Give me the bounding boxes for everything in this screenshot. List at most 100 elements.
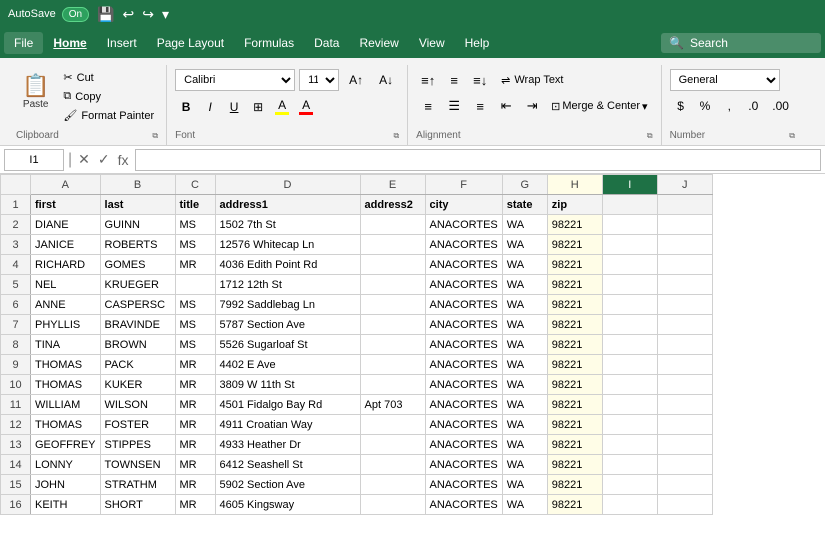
cell-10-2[interactable]: MR (175, 375, 215, 395)
cell-13-5[interactable]: ANACORTES (425, 435, 502, 455)
cell-4-9[interactable] (657, 255, 712, 275)
format-painter-button[interactable]: 🖌 Format Painter (59, 107, 158, 124)
cell-5-4[interactable] (360, 275, 425, 295)
cell-8-8[interactable] (602, 335, 657, 355)
cell-14-5[interactable]: ANACORTES (425, 455, 502, 475)
cell-4-8[interactable] (602, 255, 657, 275)
cell-11-4[interactable]: Apt 703 (360, 395, 425, 415)
col-header-E[interactable]: E (360, 175, 425, 195)
cell-8-4[interactable] (360, 335, 425, 355)
row-header-1[interactable]: 1 (1, 195, 31, 215)
cell-7-7[interactable]: 98221 (547, 315, 602, 335)
cell-11-1[interactable]: WILSON (100, 395, 175, 415)
cell-16-9[interactable] (657, 495, 712, 515)
insert-function-icon[interactable]: fx (116, 150, 131, 170)
cell-10-3[interactable]: 3809 W 11th St (215, 375, 360, 395)
cell-11-7[interactable]: 98221 (547, 395, 602, 415)
cell-11-9[interactable] (657, 395, 712, 415)
comma-btn[interactable]: , (718, 95, 740, 117)
increase-font-btn[interactable]: A↑ (343, 69, 369, 91)
redo-icon[interactable]: ↪ (142, 6, 154, 23)
fill-color-button[interactable]: A (271, 95, 293, 118)
cell-16-8[interactable] (602, 495, 657, 515)
menu-view[interactable]: View (409, 32, 455, 54)
cell-5-8[interactable] (602, 275, 657, 295)
center-align-btn[interactable]: ☰ (442, 95, 466, 117)
cell-3-1[interactable]: ROBERTS (100, 235, 175, 255)
cell-5-6[interactable]: WA (502, 275, 547, 295)
cell-14-8[interactable] (602, 455, 657, 475)
row-header-8[interactable]: 8 (1, 335, 31, 355)
cell-10-6[interactable]: WA (502, 375, 547, 395)
cell-2-8[interactable] (602, 215, 657, 235)
cell-10-4[interactable] (360, 375, 425, 395)
cell-5-3[interactable]: 1712 12th St (215, 275, 360, 295)
cell-3-5[interactable]: ANACORTES (425, 235, 502, 255)
cell-6-0[interactable]: ANNE (31, 295, 101, 315)
cell-6-6[interactable]: WA (502, 295, 547, 315)
col-header-J[interactable]: J (657, 175, 712, 195)
cell-15-1[interactable]: STRATHM (100, 475, 175, 495)
row-header-2[interactable]: 2 (1, 215, 31, 235)
cell-12-3[interactable]: 4911 Croatian Way (215, 415, 360, 435)
cell-3-8[interactable] (602, 235, 657, 255)
cell-16-4[interactable] (360, 495, 425, 515)
col-header-D[interactable]: D (215, 175, 360, 195)
percent-btn[interactable]: % (694, 95, 717, 117)
row-header-7[interactable]: 7 (1, 315, 31, 335)
row-header-10[interactable]: 10 (1, 375, 31, 395)
cell-12-1[interactable]: FOSTER (100, 415, 175, 435)
cell-9-1[interactable]: PACK (100, 355, 175, 375)
number-format-select[interactable]: General (670, 69, 780, 91)
bold-button[interactable]: B (175, 96, 197, 118)
menu-help[interactable]: Help (455, 32, 500, 54)
bottom-align-btn[interactable]: ≡↓ (468, 69, 492, 91)
menu-review[interactable]: Review (349, 32, 408, 54)
cell-1-8[interactable] (602, 195, 657, 215)
cell-2-3[interactable]: 1502 7th St (215, 215, 360, 235)
paste-button[interactable]: 📋 Paste (16, 69, 55, 114)
cell-10-8[interactable] (602, 375, 657, 395)
row-header-4[interactable]: 4 (1, 255, 31, 275)
cell-1-1[interactable]: last (100, 195, 175, 215)
cell-9-2[interactable]: MR (175, 355, 215, 375)
increase-decimal-btn[interactable]: .00 (766, 95, 795, 117)
cell-16-3[interactable]: 4605 Kingsway (215, 495, 360, 515)
cell-9-6[interactable]: WA (502, 355, 547, 375)
cell-3-2[interactable]: MS (175, 235, 215, 255)
cell-7-1[interactable]: BRAVINDE (100, 315, 175, 335)
save-icon[interactable]: 💾 (97, 6, 114, 23)
cell-8-9[interactable] (657, 335, 712, 355)
col-header-C[interactable]: C (175, 175, 215, 195)
cell-14-9[interactable] (657, 455, 712, 475)
font-size-select[interactable]: 11 (299, 69, 339, 91)
cell-9-7[interactable]: 98221 (547, 355, 602, 375)
cell-16-0[interactable]: KEITH (31, 495, 101, 515)
corner-header[interactable] (1, 175, 31, 195)
cell-15-5[interactable]: ANACORTES (425, 475, 502, 495)
cell-11-3[interactable]: 4501 Fidalgo Bay Rd (215, 395, 360, 415)
cell-15-6[interactable]: WA (502, 475, 547, 495)
row-header-12[interactable]: 12 (1, 415, 31, 435)
cell-9-5[interactable]: ANACORTES (425, 355, 502, 375)
cell-14-1[interactable]: TOWNSEN (100, 455, 175, 475)
cell-11-8[interactable] (602, 395, 657, 415)
cell-6-1[interactable]: CASPERSC (100, 295, 175, 315)
cell-7-3[interactable]: 5787 Section Ave (215, 315, 360, 335)
cell-13-6[interactable]: WA (502, 435, 547, 455)
font-name-select[interactable]: Calibri (175, 69, 295, 91)
cell-8-2[interactable]: MS (175, 335, 215, 355)
menu-page-layout[interactable]: Page Layout (147, 32, 234, 54)
cell-13-1[interactable]: STIPPES (100, 435, 175, 455)
cell-4-7[interactable]: 98221 (547, 255, 602, 275)
cell-14-4[interactable] (360, 455, 425, 475)
cell-1-3[interactable]: address1 (215, 195, 360, 215)
cell-14-7[interactable]: 98221 (547, 455, 602, 475)
cell-7-5[interactable]: ANACORTES (425, 315, 502, 335)
confirm-formula-icon[interactable]: ✓ (96, 149, 112, 170)
cell-7-4[interactable] (360, 315, 425, 335)
cell-6-9[interactable] (657, 295, 712, 315)
cell-2-7[interactable]: 98221 (547, 215, 602, 235)
cell-2-0[interactable]: DIANE (31, 215, 101, 235)
cell-2-2[interactable]: MS (175, 215, 215, 235)
